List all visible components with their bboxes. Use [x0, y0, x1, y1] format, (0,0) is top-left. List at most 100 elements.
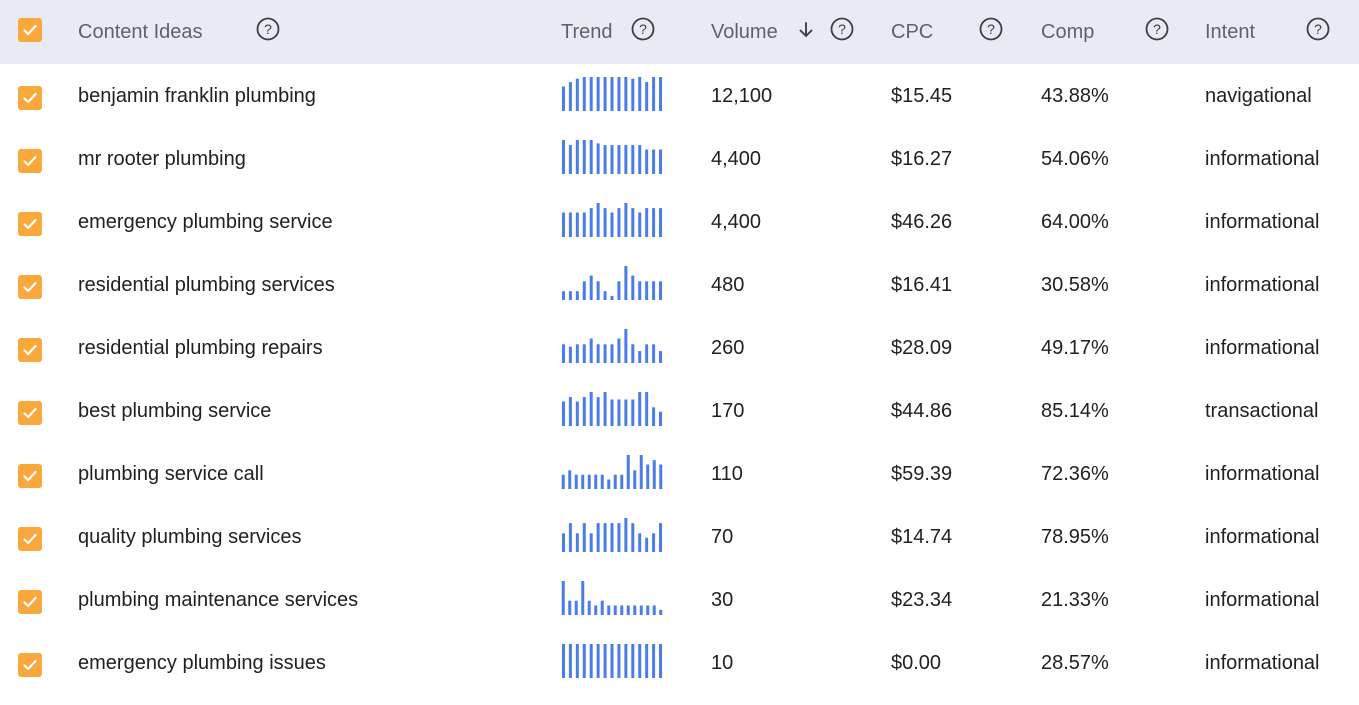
intent-cell: informational: [1205, 463, 1320, 485]
trend-bar: [652, 605, 656, 615]
checkmark-icon: [23, 218, 37, 230]
trend-bar: [575, 644, 579, 678]
trend-sparkline: [561, 644, 663, 678]
trend-bar: [596, 281, 600, 300]
trend-bar: [561, 291, 565, 300]
checkmark-icon: [23, 24, 37, 36]
row-checkbox[interactable]: [18, 338, 42, 362]
trend-bar: [645, 644, 649, 678]
trend-bar: [624, 77, 628, 111]
table-row[interactable]: best plumbing service 170 $44.86 85.14% tran…: [0, 380, 1359, 443]
comp-cell: 28.57%: [1041, 652, 1109, 674]
intent-cell: navigational: [1205, 85, 1312, 107]
column-header-volume[interactable]: Volume: [711, 0, 778, 64]
table-row[interactable]: quality plumbing services 70 $14.74 78.95% i…: [0, 506, 1359, 569]
row-checkbox[interactable]: [18, 590, 42, 614]
column-header-content-ideas[interactable]: Content Ideas: [78, 0, 203, 64]
trend-bar: [659, 149, 663, 174]
help-icon[interactable]: ?: [830, 17, 854, 41]
help-icon[interactable]: ?: [979, 17, 1003, 41]
select-all-checkbox[interactable]: [18, 18, 42, 42]
cpc-cell: $59.39: [891, 463, 953, 485]
trend-bar: [652, 533, 656, 552]
table-row[interactable]: benjamin franklin plumbing 12,100 $15.45 43…: [0, 65, 1359, 128]
row-checkbox[interactable]: [18, 212, 42, 236]
row-checkbox[interactable]: [18, 401, 42, 425]
help-icon[interactable]: ?: [631, 17, 655, 41]
column-header-cpc[interactable]: CPC: [891, 0, 933, 64]
cpc-cell: $44.86: [891, 400, 953, 422]
trend-bar: [574, 474, 578, 489]
trend-bar: [631, 399, 635, 426]
column-header-intent[interactable]: Intent: [1205, 0, 1255, 64]
trend-bar: [638, 644, 642, 678]
table-row[interactable]: emergency plumbing service 4,400 $46.26 64.…: [0, 191, 1359, 254]
trend-bar: [613, 605, 617, 615]
table-row[interactable]: plumbing maintenance services 30 $23.34 21.…: [0, 569, 1359, 632]
trend-bar: [600, 474, 604, 489]
trend-bar: [652, 460, 656, 489]
row-checkbox[interactable]: [18, 527, 42, 551]
trend-bar: [639, 455, 643, 489]
row-checkbox[interactable]: [18, 464, 42, 488]
trend-bar: [626, 605, 630, 615]
row-checkbox[interactable]: [18, 275, 42, 299]
intent-cell: informational: [1205, 589, 1320, 611]
intent-cell: transactional: [1205, 400, 1319, 422]
volume-cell: 4,400: [711, 148, 762, 170]
trend-bar: [617, 145, 621, 174]
trend-bar: [659, 464, 663, 489]
trend-bar: [589, 644, 593, 678]
trend-bar: [575, 291, 579, 300]
trend-bar: [610, 644, 614, 678]
cpc-cell: $14.74: [891, 526, 953, 548]
help-icon[interactable]: ?: [1306, 17, 1330, 41]
row-checkbox[interactable]: [18, 86, 42, 110]
keyword-cell: plumbing service call: [78, 463, 264, 485]
help-icon[interactable]: ?: [1145, 17, 1169, 41]
trend-sparkline: [561, 329, 663, 363]
trend-bar: [568, 82, 572, 111]
table-row[interactable]: residential plumbing repairs 260 $28.09 49.…: [0, 317, 1359, 380]
trend-bar: [582, 397, 586, 426]
trend-bar: [582, 344, 586, 363]
keyword-cell: benjamin franklin plumbing: [78, 85, 316, 107]
trend-bar: [603, 344, 607, 363]
row-checkbox[interactable]: [18, 653, 42, 677]
svg-text:?: ?: [264, 21, 272, 37]
trend-bar: [652, 77, 656, 111]
trend-bar: [631, 644, 635, 678]
keyword-cell: emergency plumbing issues: [78, 652, 326, 674]
row-checkbox[interactable]: [18, 149, 42, 173]
trend-bar: [610, 295, 614, 300]
trend-bar: [624, 329, 628, 363]
table-row[interactable]: mr rooter plumbing 4,400 $16.27 54.06% infor…: [0, 128, 1359, 191]
comp-cell: 72.36%: [1041, 463, 1109, 485]
trend-bar: [624, 266, 628, 300]
trend-bar: [659, 77, 663, 111]
trend-bar: [561, 474, 565, 489]
trend-bar: [581, 474, 585, 489]
trend-bar: [659, 644, 663, 678]
trend-bar: [624, 203, 628, 237]
trend-bar: [633, 470, 637, 489]
volume-cell: 260: [711, 337, 745, 359]
trend-bar: [600, 600, 604, 615]
cpc-cell: $16.41: [891, 274, 953, 296]
column-header-comp[interactable]: Comp: [1041, 0, 1094, 64]
cpc-cell: $28.09: [891, 337, 953, 359]
help-icon[interactable]: ?: [256, 17, 280, 41]
table-row[interactable]: emergency plumbing issues 10 $0.00 28.57% in…: [0, 632, 1359, 695]
table-row[interactable]: plumbing service call 110 $59.39 72.36% info…: [0, 443, 1359, 506]
trend-sparkline: [561, 203, 663, 237]
trend-bar: [610, 212, 614, 237]
trend-bar: [589, 533, 593, 552]
trend-bar: [645, 537, 649, 552]
trend-bar: [624, 518, 628, 552]
trend-bar: [645, 281, 649, 300]
trend-bar: [561, 644, 565, 678]
column-header-trend[interactable]: Trend: [561, 0, 613, 64]
sort-descending-icon[interactable]: [796, 20, 816, 40]
table-row[interactable]: residential plumbing services 480 $16.41 30…: [0, 254, 1359, 317]
trend-bar: [638, 533, 642, 552]
